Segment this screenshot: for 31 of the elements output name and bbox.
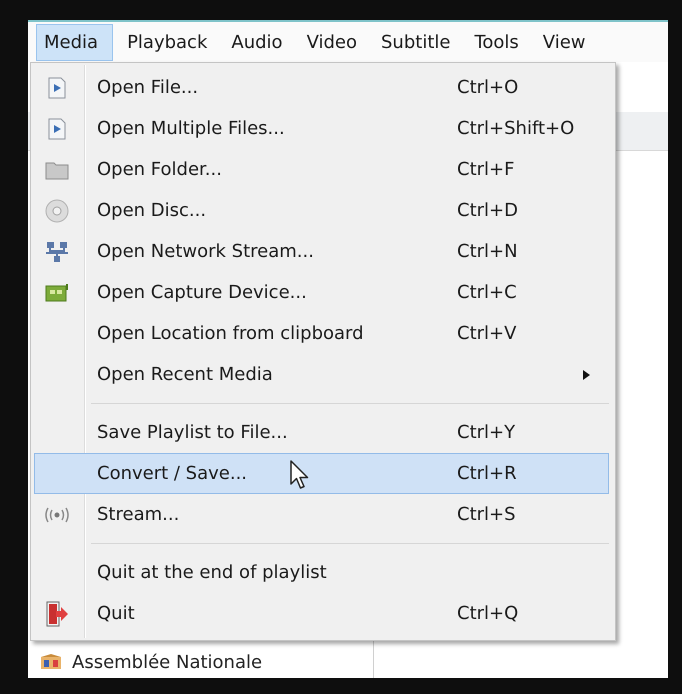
play-file-icon: [48, 118, 66, 140]
menu-bar-item[interactable]: Playback: [117, 24, 218, 60]
menu-bar-item[interactable]: Audio: [221, 24, 293, 60]
menu-item[interactable]: Quit Ctrl+Q: [34, 593, 609, 634]
menu-item[interactable]: Open File... Ctrl+O: [34, 67, 609, 108]
sidebar-item[interactable]: Assemblée Nationale: [72, 652, 262, 672]
play-file-icon: [48, 76, 66, 98]
menu-item[interactable]: Open Capture Device... Ctrl+C: [34, 272, 609, 313]
menu-bar-item[interactable]: Subtitle: [371, 24, 460, 60]
menu-bar-item[interactable]: Tools: [464, 24, 529, 60]
menu-bar-item[interactable]: View: [532, 24, 596, 60]
broadcast-icon: [43, 506, 71, 522]
network-icon: [45, 240, 69, 262]
folder-icon: [45, 160, 69, 180]
menu-bar-item[interactable]: Media: [36, 24, 114, 60]
menu-item[interactable]: Open Location from clipboard Ctrl+V: [34, 313, 609, 354]
mouse-cursor-icon: [290, 460, 310, 490]
menu-item[interactable]: Open Folder... Ctrl+F: [34, 149, 609, 190]
menu-item[interactable]: Stream... Ctrl+S: [34, 494, 609, 535]
menu-item[interactable]: Open Multiple Files... Ctrl+Shift+O: [34, 108, 609, 149]
menu-item[interactable]: Convert / Save... Ctrl+R: [34, 453, 609, 494]
building-icon: [40, 654, 62, 670]
disc-icon: [45, 198, 69, 222]
menu-item[interactable]: Save Playlist to File... Ctrl+Y: [34, 412, 609, 453]
menu-item[interactable]: Open Disc... Ctrl+D: [34, 190, 609, 231]
menu-bar-item[interactable]: Video: [296, 24, 367, 60]
exit-door-icon: [45, 600, 69, 626]
menu-item[interactable]: Quit at the end of playlist: [34, 552, 609, 593]
menu-item[interactable]: Open Recent Media: [34, 354, 609, 395]
capture-card-icon: [45, 282, 69, 302]
menu-item[interactable]: Open Network Stream... Ctrl+N: [34, 231, 609, 272]
